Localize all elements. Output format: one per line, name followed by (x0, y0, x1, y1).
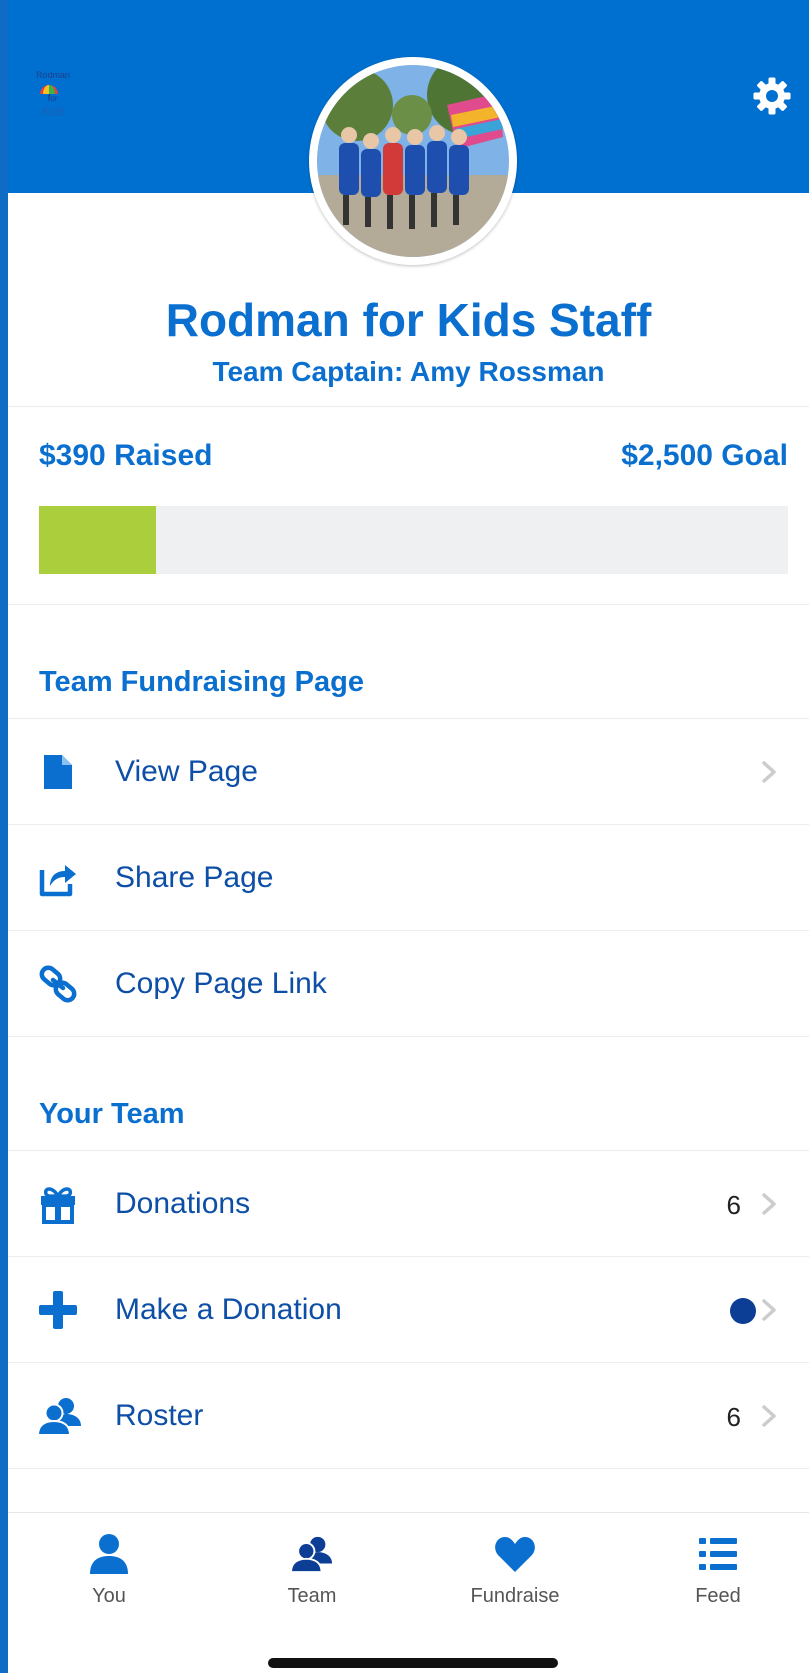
settings-gear-icon[interactable] (752, 76, 792, 116)
progress-fill (39, 506, 156, 574)
share-page-row[interactable]: Share Page (8, 825, 809, 931)
tab-you[interactable]: You (39, 1533, 179, 1623)
users-icon (36, 1396, 81, 1436)
team-name: Rodman for Kids Staff (165, 294, 652, 346)
team-photo (317, 65, 509, 257)
logo-text-top: Rodman (36, 70, 70, 80)
donations-row[interactable]: Donations 6 (8, 1151, 809, 1257)
copy-page-link-label: Copy Page Link (115, 967, 327, 1000)
donations-label: Donations (115, 1187, 251, 1220)
tab-team[interactable]: Team (242, 1533, 382, 1623)
left-frame (0, 0, 8, 1673)
chevron-right-icon (759, 1192, 779, 1216)
make-a-donation-label: Make a Donation (115, 1293, 342, 1326)
donations-count: 6 (726, 1190, 741, 1220)
raised-amount: $390 Raised (39, 439, 213, 472)
plus-icon (38, 1290, 78, 1330)
team-avatar[interactable] (309, 57, 517, 265)
section-title-fundraising: Team Fundraising Page (39, 666, 364, 698)
divider (8, 1468, 809, 1469)
team-captain: Team Captain: Amy Rossman (212, 356, 605, 387)
chevron-right-icon (759, 1404, 779, 1428)
goal-amount: $2,500 Goal (621, 439, 788, 472)
tab-feed-label: Feed (695, 1585, 741, 1607)
tab-feed[interactable]: Feed (648, 1533, 788, 1623)
tab-you-label: You (92, 1585, 126, 1607)
make-a-donation-row[interactable]: Make a Donation (8, 1257, 809, 1363)
roster-count: 6 (726, 1402, 741, 1432)
bottom-tab-bar: You Team Fundraise Feed (8, 1512, 809, 1674)
status-dot (730, 1298, 756, 1324)
roster-label: Roster (115, 1399, 204, 1432)
tab-fundraise[interactable]: Fundraise (445, 1533, 585, 1623)
users-icon (291, 1536, 333, 1574)
tab-fundraise-label: Fundraise (470, 1585, 560, 1607)
section-title-your-team: Your Team (39, 1098, 185, 1130)
list-icon (699, 1538, 737, 1570)
logo-text-middle: for (48, 94, 58, 103)
copy-page-link-row[interactable]: Copy Page Link (8, 931, 809, 1037)
divider (8, 1036, 809, 1037)
home-indicator (268, 1658, 558, 1668)
logo-text-bottom: Kids (42, 104, 65, 118)
fundraising-progress-bar (39, 506, 788, 574)
share-icon (38, 858, 78, 898)
chevron-right-icon (759, 760, 779, 784)
person-icon (90, 1534, 128, 1574)
tab-team-label: Team (287, 1585, 337, 1607)
share-page-label: Share Page (115, 861, 274, 894)
chevron-right-icon (759, 1298, 779, 1322)
view-page-label: View Page (115, 755, 258, 788)
roster-row[interactable]: Roster 6 (8, 1363, 809, 1469)
heart-icon (495, 1537, 535, 1572)
divider (8, 406, 809, 407)
view-page-row[interactable]: View Page (8, 719, 809, 825)
organization-logo: Rodman for Kids (34, 68, 90, 124)
document-icon (38, 752, 78, 792)
gift-icon (38, 1184, 78, 1224)
link-icon (38, 964, 78, 1004)
divider (8, 604, 809, 605)
